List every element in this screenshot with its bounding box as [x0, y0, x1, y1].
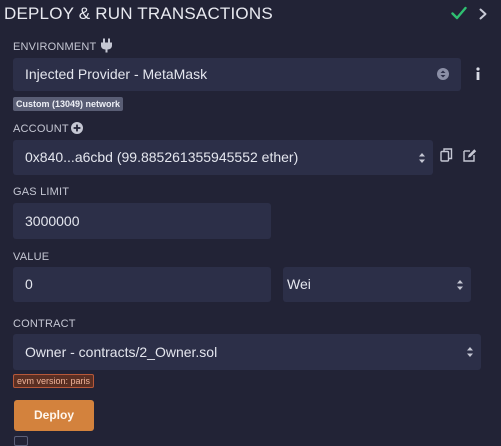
account-select[interactable]: 0x840...a6cbd (99.885261355945552 ether) — [13, 140, 433, 175]
contract-value: Owner - contracts/2_Owner.sol — [25, 344, 218, 360]
panel-header: DEPLOY & RUN TRANSACTIONS — [0, 0, 501, 28]
gas-limit-input[interactable]: 3000000 — [13, 203, 271, 239]
value-label: VALUE — [13, 251, 50, 263]
contract-label: CONTRACT — [13, 318, 76, 330]
check-icon — [451, 6, 467, 20]
copy-icon[interactable] — [440, 148, 453, 162]
gas-limit-value: 3000000 — [25, 213, 80, 229]
panel-title: DEPLOY & RUN TRANSACTIONS — [4, 4, 273, 23]
value-unit-select[interactable]: Wei — [283, 267, 471, 302]
chevron-right-icon[interactable] — [478, 8, 488, 20]
network-badge: Custom (13049) network — [13, 97, 124, 111]
contract-select[interactable]: Owner - contracts/2_Owner.sol — [13, 334, 481, 370]
info-icon[interactable] — [475, 67, 481, 81]
select-arrows-icon — [437, 68, 449, 80]
environment-label: ENVIRONMENT — [13, 41, 97, 53]
account-label: ACCOUNT — [13, 123, 69, 135]
select-arrows-icon — [457, 280, 463, 290]
select-arrows-icon — [419, 153, 425, 163]
deploy-button[interactable]: Deploy — [14, 400, 94, 431]
plus-circle-icon[interactable] — [71, 122, 83, 134]
environment-value: Injected Provider - MetaMask — [25, 66, 208, 82]
account-value: 0x840...a6cbd (99.885261355945552 ether) — [25, 149, 299, 165]
plug-icon — [101, 38, 112, 53]
gas-limit-label: GAS LIMIT — [13, 186, 70, 198]
evm-version-badge: evm version: paris — [13, 374, 95, 388]
edit-icon[interactable] — [463, 148, 477, 162]
environment-select[interactable]: Injected Provider - MetaMask — [13, 58, 461, 91]
select-arrows-icon — [467, 347, 473, 357]
checkbox[interactable] — [14, 436, 28, 446]
value-amount: 0 — [25, 276, 33, 292]
value-unit: Wei — [287, 276, 311, 292]
value-amount-input[interactable]: 0 — [13, 267, 271, 302]
